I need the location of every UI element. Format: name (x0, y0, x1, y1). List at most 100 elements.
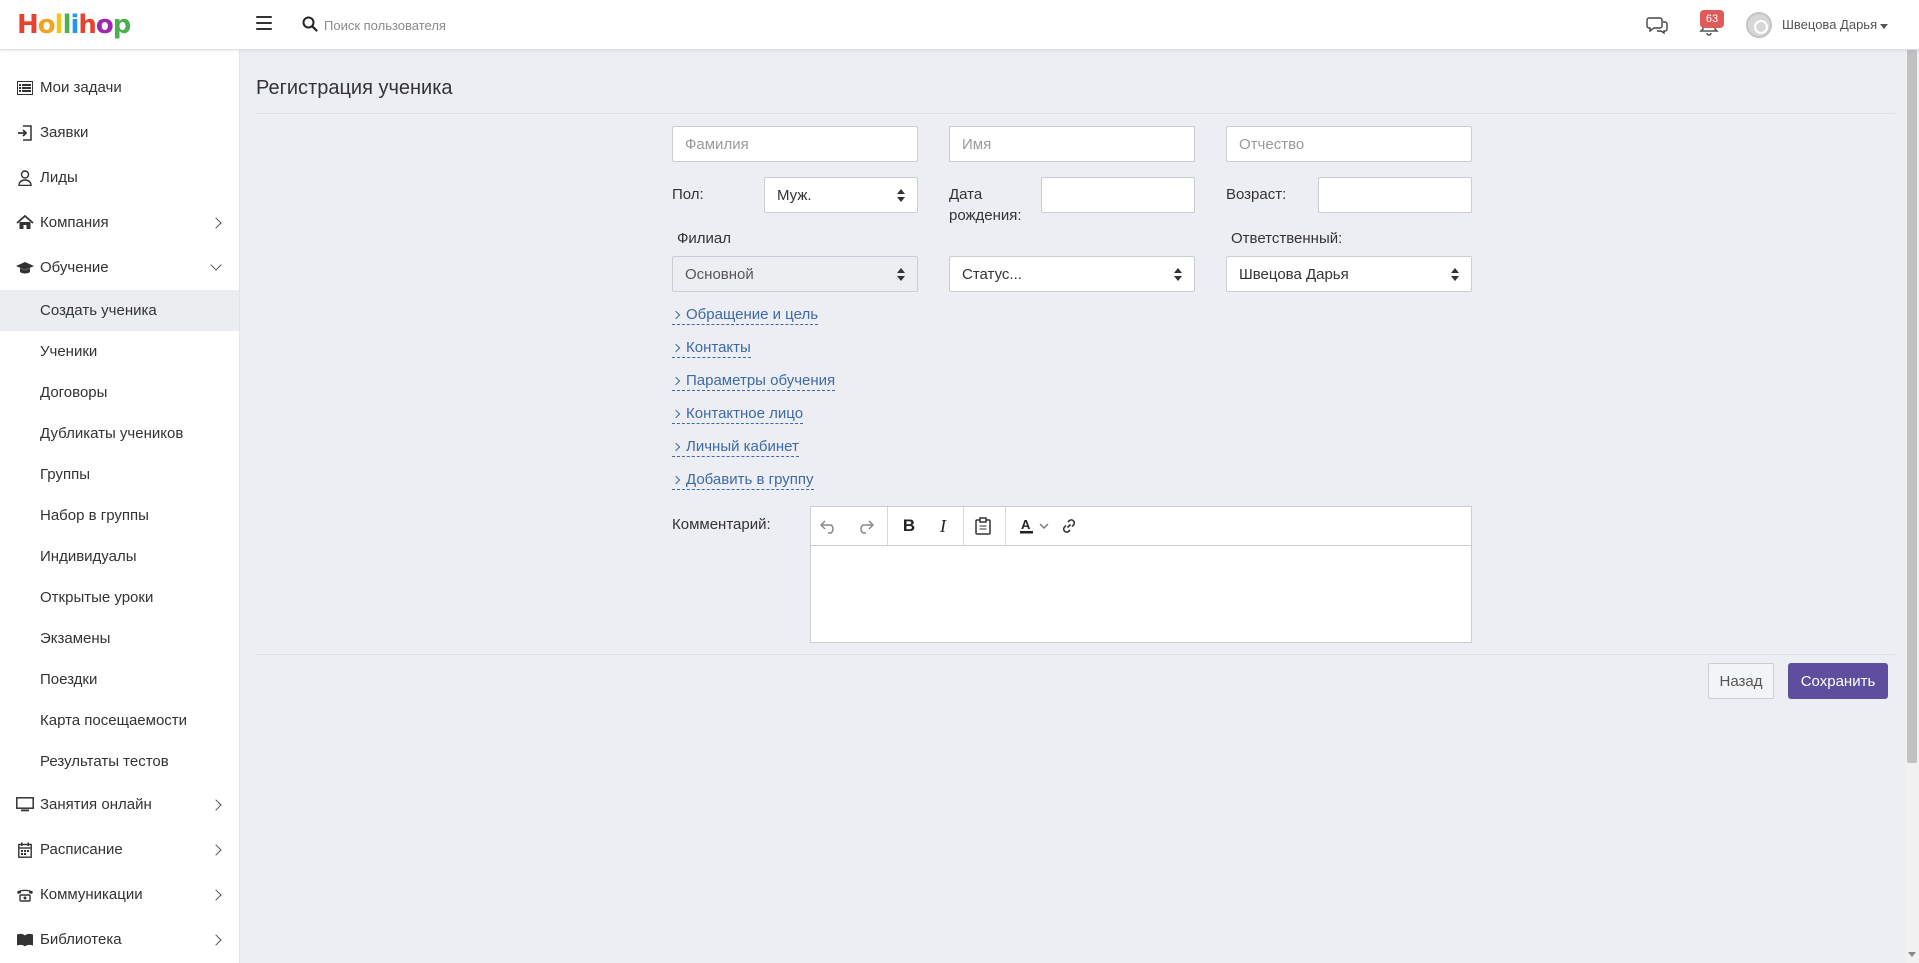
user-avatar[interactable] (1746, 12, 1772, 38)
section-label: Добавить в группу (686, 471, 814, 488)
select-arrows-icon (897, 189, 905, 203)
age-label: Возраст: (1226, 186, 1287, 203)
sidebar-subitem-duplicates[interactable]: Дубликаты учеников (0, 413, 239, 454)
sidebar-item-label: Лиды (40, 169, 78, 186)
italic-icon[interactable]: I (929, 513, 957, 539)
section-label: Обращение и цель (686, 306, 819, 323)
sidebar-subitem-label: Открытые уроки (40, 589, 154, 606)
logo-letter: H (17, 10, 39, 40)
sidebar-item-requests[interactable]: Заявки (0, 110, 239, 155)
branch-select[interactable]: Основной (672, 256, 918, 292)
phone-icon (16, 886, 34, 904)
status-select[interactable]: Статус... (949, 256, 1195, 292)
age-field[interactable] (1318, 177, 1472, 213)
sidebar-subitem-label: Результаты тестов (40, 753, 169, 770)
editor-toolbar: B I A (811, 507, 1471, 546)
save-button[interactable]: Сохранить (1788, 663, 1888, 699)
logo-letter: o (95, 10, 114, 40)
sidebar-item-schedule[interactable]: Расписание (0, 827, 239, 872)
chevron-right-icon (671, 376, 681, 386)
chevron-right-icon (210, 843, 222, 856)
user-icon (16, 169, 34, 187)
sidebar-subitem-groups[interactable]: Группы (0, 454, 239, 495)
sidebar-item-company[interactable]: Компания (0, 200, 239, 245)
sidebar-item-communications[interactable]: Коммуникации (0, 872, 239, 917)
scrollbar-thumb[interactable] (1907, 14, 1917, 763)
comment-label: Комментарий: (672, 516, 771, 533)
sidebar-item-library[interactable]: Библиотека (0, 917, 239, 962)
caret-down-icon[interactable] (1880, 24, 1888, 29)
sidebar-subitem-students[interactable]: Ученики (0, 331, 239, 372)
sidebar-subitem-attendance-map[interactable]: Карта посещаемости (0, 700, 239, 741)
toolbar-divider (887, 507, 888, 545)
sidebar-subitem-label: Договоры (40, 384, 108, 401)
responsible-select[interactable]: Швецова Дарья (1226, 256, 1472, 292)
comment-editor-body[interactable] (811, 547, 1471, 642)
sidebar-subitem-group-enrollment[interactable]: Набор в группы (0, 495, 239, 536)
monitor-icon (16, 796, 34, 814)
middle-name-field[interactable] (1226, 126, 1472, 162)
section-contact-person[interactable]: Контактное лицо (671, 405, 804, 424)
link-icon[interactable] (1055, 513, 1083, 539)
redo-icon[interactable] (851, 513, 879, 539)
sidebar-subitem-label: Ученики (40, 343, 98, 360)
birth-date-field[interactable] (1041, 177, 1195, 213)
sidebar: Мои задачи Заявки Лиды Компания Обучение… (0, 50, 240, 963)
responsible-select-value: Швецова Дарья (1239, 265, 1349, 283)
sidebar-subitem-individuals[interactable]: Индивидуалы (0, 536, 239, 577)
scroll-down-arrow-icon[interactable] (1908, 952, 1916, 957)
sidebar-subitem-create-student[interactable]: Создать ученика (0, 290, 239, 331)
chevron-right-icon (210, 888, 222, 901)
last-name-field[interactable] (672, 126, 918, 162)
list-icon (16, 79, 34, 97)
bold-icon[interactable]: B (895, 513, 923, 539)
sidebar-subitem-label: Создать ученика (40, 302, 157, 319)
sidebar-subitem-label: Набор в группы (40, 507, 149, 524)
section-education-params[interactable]: Параметры обучения (671, 372, 836, 391)
search-icon (302, 16, 318, 32)
sidebar-subitem-contracts[interactable]: Договоры (0, 372, 239, 413)
sidebar-item-label: Компания (40, 214, 109, 231)
section-appeal-goal[interactable]: Обращение и цель (671, 306, 819, 325)
sidebar-subitem-test-results[interactable]: Результаты тестов (0, 741, 239, 782)
chevron-right-icon (671, 475, 681, 485)
chat-icon[interactable] (1646, 15, 1668, 35)
select-arrows-icon (897, 268, 905, 282)
chevron-right-icon (210, 798, 222, 811)
hollihop-logo[interactable]: Hollihop (17, 10, 131, 40)
section-label: Контактное лицо (686, 405, 804, 422)
gender-select[interactable]: Муж. (764, 177, 918, 213)
undo-icon[interactable] (815, 513, 843, 539)
paste-icon[interactable] (969, 513, 997, 539)
section-contacts[interactable]: Контакты (671, 339, 751, 358)
select-arrows-icon (1174, 268, 1182, 282)
svg-text:A: A (1021, 517, 1031, 532)
status-select-value: Статус... (962, 265, 1022, 283)
first-name-field[interactable] (949, 126, 1195, 162)
sidebar-subitem-open-lessons[interactable]: Открытые уроки (0, 577, 239, 618)
gender-label: Пол: (672, 186, 704, 203)
sidebar-subitem-exams[interactable]: Экзамены (0, 618, 239, 659)
user-search-input[interactable] (324, 12, 624, 38)
page-scrollbar[interactable] (1905, 0, 1919, 963)
section-personal-account[interactable]: Личный кабинет (671, 438, 799, 457)
sidebar-subitem-label: Индивидуалы (40, 548, 137, 565)
logo-letter: i (70, 10, 79, 40)
sidebar-item-leads[interactable]: Лиды (0, 155, 239, 200)
login-icon (16, 124, 34, 142)
sidebar-subitem-label: Дубликаты учеников (40, 425, 184, 442)
back-button[interactable]: Назад (1708, 663, 1774, 699)
menu-toggle-icon[interactable] (256, 16, 272, 30)
responsible-label: Ответственный: (1231, 230, 1343, 247)
sidebar-subitem-trips[interactable]: Поездки (0, 659, 239, 700)
sidebar-item-online-classes[interactable]: Занятия онлайн (0, 782, 239, 827)
logo-letter: l (62, 10, 72, 40)
sidebar-item-label: Расписание (40, 841, 123, 858)
calendar-icon (16, 841, 34, 859)
sidebar-item-my-tasks[interactable]: Мои задачи (0, 65, 239, 110)
user-name-menu[interactable]: Швецова Дарья (1782, 17, 1877, 32)
text-color-dropdown-icon[interactable] (1037, 513, 1051, 539)
section-add-to-group[interactable]: Добавить в группу (671, 471, 814, 490)
sidebar-item-education[interactable]: Обучение (0, 245, 239, 290)
birth-date-label-line1: Дата (949, 186, 983, 203)
